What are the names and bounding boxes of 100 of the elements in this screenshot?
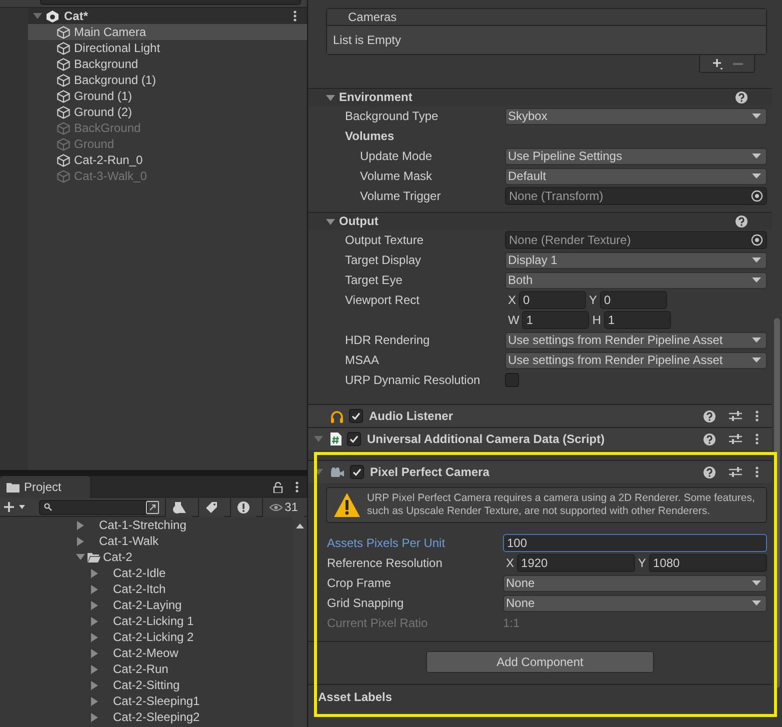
project-tree-item[interactable]: Cat-2 (0, 549, 293, 565)
project-tree-item[interactable]: Cat-2-Licking 1 (0, 613, 293, 629)
dropdown[interactable]: Use settings from Render Pipeline Asset (505, 352, 767, 368)
project-tab[interactable]: Project (0, 476, 90, 498)
number-field[interactable]: 1080 (649, 554, 767, 572)
object-picker-icon[interactable] (751, 190, 763, 202)
search-field[interactable] (39, 500, 148, 514)
tag-icon[interactable] (204, 500, 218, 514)
project-tree-item[interactable]: Cat-2-Sleeping1 (0, 693, 293, 709)
help-icon[interactable] (735, 215, 748, 228)
hierarchy-item[interactable]: Main Camera (28, 24, 307, 40)
create-menu-icon[interactable] (3, 501, 27, 513)
hierarchy-item[interactable]: Background (1) (28, 72, 307, 88)
foldout-arrow-icon[interactable] (326, 94, 335, 102)
field-label: HDR Rendering (344, 332, 431, 348)
object-field[interactable]: None (Render Texture) (505, 231, 767, 249)
hierarchy-item[interactable]: Ground (1) (28, 88, 307, 104)
dropdown[interactable]: Skybox (505, 108, 767, 124)
foldout-arrow-icon[interactable] (326, 218, 335, 226)
object-picker-icon[interactable] (751, 234, 763, 246)
scroll-up-icon[interactable] (296, 523, 304, 529)
empty-list-message: List is Empty (327, 26, 766, 54)
number-field[interactable]: 1 (522, 311, 590, 329)
axis-label: X (507, 292, 518, 308)
hierarchy-item[interactable]: Cat-2-Run_0 (28, 152, 307, 168)
dropdown[interactable]: Default (505, 168, 767, 184)
add-icon[interactable] (712, 58, 722, 70)
more-options-icon[interactable] (295, 481, 299, 493)
dropdown[interactable]: None (503, 594, 767, 612)
dropdown[interactable]: Use Pipeline Settings (505, 148, 767, 164)
foldout-arrow-icon[interactable] (314, 468, 323, 476)
field-label: Assets Pixels Per Unit (326, 536, 446, 550)
field-label: Current Pixel Ratio (326, 616, 429, 630)
help-icon[interactable] (703, 432, 716, 446)
axis-label: X (505, 556, 516, 570)
asset-labels-header[interactable]: Asset Labels (308, 685, 772, 709)
checkbox[interactable] (347, 432, 361, 446)
dropdown-caret-icon (752, 357, 761, 363)
dropdown-caret-icon (752, 113, 761, 119)
project-tree-item[interactable]: Cat-2-Meow (0, 645, 293, 661)
hierarchy-item[interactable]: Background (28, 56, 307, 72)
hierarchy-item[interactable]: Directional Light (28, 40, 307, 56)
cube-icon (57, 26, 70, 38)
project-tree-item[interactable]: Cat-2-Licking 2 (0, 629, 293, 645)
field-value: 1:1 (503, 616, 520, 630)
dropdown[interactable]: None (503, 574, 767, 592)
search-window-icon[interactable] (146, 500, 159, 514)
more-options-icon[interactable] (755, 433, 759, 445)
field-label: Volume Trigger (359, 188, 442, 204)
number-field[interactable]: 1920 (517, 554, 635, 572)
axis-label: Y (637, 556, 648, 570)
more-options-icon[interactable] (755, 466, 759, 478)
dropdown[interactable]: Display 1 (505, 252, 767, 268)
project-tree-item[interactable]: Cat-2-Sitting (0, 677, 293, 693)
headphones-icon (330, 410, 344, 422)
number-field[interactable]: 0 (600, 291, 668, 309)
dropdown[interactable]: Both (505, 272, 767, 288)
field-label: URP Dynamic Resolution (344, 372, 482, 388)
component-header[interactable]: Universal Additional Camera Data (Script) (308, 427, 772, 450)
lock-icon[interactable] (273, 482, 283, 492)
checkbox[interactable] (350, 465, 364, 479)
eye-icon[interactable] (268, 502, 283, 512)
help-icon[interactable] (703, 410, 716, 422)
presets-icon[interactable] (729, 466, 742, 478)
camera-icon (330, 466, 345, 478)
cube-icon (57, 154, 70, 166)
project-tree-item[interactable]: Cat-2-Idle (0, 565, 293, 581)
more-options-icon[interactable] (755, 410, 759, 422)
project-tree-item[interactable]: Cat-2-Laying (0, 597, 293, 613)
add-component-button[interactable]: Add Component (426, 651, 654, 673)
search-field[interactable] (40, 0, 301, 5)
cube-icon (57, 170, 70, 182)
component-header[interactable]: Pixel Perfect Camera (308, 460, 772, 483)
presets-icon[interactable] (729, 410, 742, 422)
hierarchy-item[interactable]: Ground (2) (28, 104, 307, 120)
asset-type-filter-icon[interactable] (172, 500, 186, 514)
checkbox[interactable] (505, 373, 519, 387)
help-icon[interactable] (703, 466, 716, 478)
object-field[interactable]: None (Transform) (505, 187, 767, 205)
error-filter-icon[interactable] (236, 500, 250, 514)
project-tree-item[interactable]: Cat-2-Itch (0, 581, 293, 597)
hidden-packages-count: 31 (284, 500, 298, 514)
checkbox[interactable] (349, 409, 363, 423)
presets-icon[interactable] (729, 433, 742, 445)
project-tree-item[interactable]: Cat-2-Sleeping2 (0, 709, 293, 725)
help-icon[interactable] (735, 91, 748, 104)
more-options-icon[interactable] (293, 10, 297, 22)
dropdown[interactable]: Use settings from Render Pipeline Asset (505, 332, 767, 348)
component-title: Universal Additional Camera Data (Script) (367, 432, 605, 446)
field-label: Grid Snapping (326, 596, 405, 610)
project-tree-item[interactable]: Cat-2-Run (0, 661, 293, 677)
component-header[interactable]: Audio Listener (308, 404, 772, 427)
warning-icon (333, 492, 361, 518)
number-field[interactable]: 1 (604, 311, 671, 329)
project-tree-item[interactable]: Cat-1-Walk (0, 533, 293, 549)
section-title: Output (339, 214, 378, 229)
project-tree-item[interactable]: Cat-1-Stretching (0, 517, 293, 533)
number-field[interactable]: 100 (503, 534, 767, 552)
dropdown-caret-icon (752, 600, 761, 606)
number-field[interactable]: 0 (519, 291, 586, 309)
